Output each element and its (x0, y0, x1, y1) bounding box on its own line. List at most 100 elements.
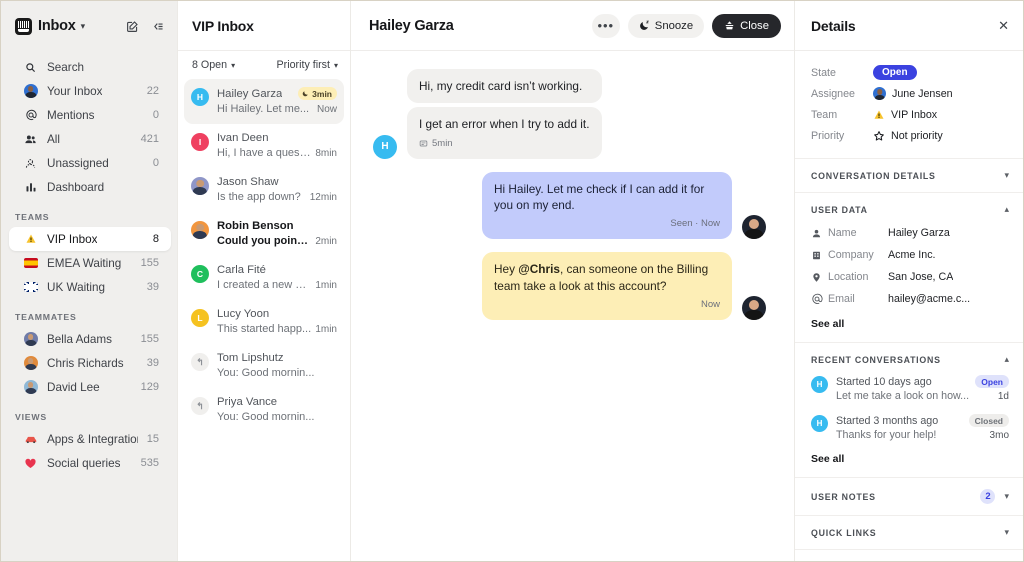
more-options-button[interactable]: ••• (592, 14, 620, 38)
sidebar-item-label: Dashboard (47, 181, 104, 194)
recent-conversation-item[interactable]: H Started 10 days ago Open Let me take a… (811, 375, 1009, 402)
list-item[interactable]: H Hailey Garza 3min Hi Hailey. Let me...… (184, 79, 344, 124)
field-priority[interactable]: Priority Not priority (811, 125, 1009, 146)
close-icon[interactable]: ✕ (998, 19, 1009, 32)
field-label: Team (811, 109, 873, 121)
sidebar-header: Inbox ▾ (1, 1, 177, 51)
details-body: State Open Assignee June Jensen Team VIP… (795, 51, 1023, 561)
details-fields: State Open Assignee June Jensen Team VIP… (795, 51, 1023, 159)
sidebar-item-count: 8 (153, 233, 159, 245)
user-notes-count: 2 (980, 489, 995, 504)
chevron-down-icon: ▾ (334, 61, 338, 70)
user-data-value: Acme Inc. (888, 249, 936, 261)
list-item-preview: Is the app down? (217, 191, 306, 203)
sidebar-section-views: VIEWS (1, 399, 177, 427)
list-item-preview: This started happ... (217, 323, 311, 335)
section-conversation-details[interactable]: CONVERSATION DETAILS ▾ (795, 159, 1023, 193)
warning-icon (873, 109, 885, 121)
sidebar-item-all[interactable]: All 421 (9, 127, 171, 151)
avatar: L (191, 309, 209, 327)
field-value: June Jensen (892, 88, 953, 100)
section-user-notes[interactable]: USER NOTES 2 ▾ (795, 478, 1023, 516)
sidebar-item-social-queries[interactable]: Social queries 535 (9, 451, 171, 475)
status-badge: Open (873, 65, 917, 80)
collapse-panel-icon[interactable] (152, 20, 165, 33)
close-label: Close (740, 20, 769, 32)
car-icon (23, 432, 38, 446)
message-bubble: I get an error when I try to add it. 5mi… (407, 107, 602, 158)
list-item[interactable]: ↰ Priya Vance You: Good mornin... (184, 388, 344, 432)
list-item-preview: You: Good mornin... (217, 411, 333, 423)
list-item[interactable]: C Carla Fité I created a new page... 1mi… (184, 256, 344, 300)
sidebar-item-your-inbox[interactable]: Your Inbox 22 (9, 79, 171, 103)
sidebar-item-count: 39 (147, 281, 159, 293)
list-item[interactable]: ↰ Tom Lipshutz You: Good mornin... (184, 344, 344, 388)
sidebar-item-mentions[interactable]: Mentions 0 (9, 103, 171, 127)
recent-conversation-item[interactable]: H Started 3 months ago Closed Thanks for… (811, 414, 1009, 441)
user-data-value: Hailey Garza (888, 227, 950, 239)
list-item[interactable]: L Lucy Yoon This started happ... 1min (184, 300, 344, 344)
user-data-block: Name Hailey Garza Company Acme Inc. Loca… (795, 219, 1023, 343)
user-data-see-all[interactable]: See all (811, 318, 1009, 330)
filter-sort-dropdown[interactable]: Priority first ▾ (277, 59, 338, 71)
user-data-company: Company Acme Inc. (811, 244, 1009, 266)
field-team[interactable]: Team VIP Inbox (811, 104, 1009, 125)
sidebar-item-label: Your Inbox (47, 85, 102, 98)
sidebar-item-apps-integrations[interactable]: Apps & Integrations 15 (9, 427, 171, 451)
list-item[interactable]: Robin Benson Could you point m... 2min (184, 212, 344, 256)
list-item[interactable]: Jason Shaw Is the app down? 12min (184, 168, 344, 212)
sidebar-item-vip-inbox[interactable]: VIP Inbox 8 (9, 227, 171, 251)
avatar (23, 380, 38, 394)
sidebar-item-label: UK Waiting (47, 281, 105, 294)
list-item-time: 12min (310, 192, 337, 203)
avatar-icon (23, 84, 38, 98)
field-state[interactable]: State Open (811, 62, 1009, 83)
compose-icon[interactable] (126, 20, 139, 33)
list-item-name: Hailey Garza (217, 88, 282, 100)
recent-preview: Thanks for your help! (836, 429, 984, 441)
filter-sort-label: Priority first (277, 59, 330, 71)
sidebar-item-count: 129 (141, 381, 159, 393)
avatar (742, 215, 766, 239)
mention[interactable]: @Chris (518, 262, 560, 276)
section-user-data[interactable]: USER DATA ▴ (795, 193, 1023, 219)
moon-icon (639, 20, 650, 31)
user-data-label: Email (828, 293, 888, 305)
close-button[interactable]: Close (712, 14, 781, 38)
list-item-preview: Hi, I have a quest... (217, 147, 311, 159)
section-quick-links[interactable]: QUICK LINKS ▾ (795, 516, 1023, 550)
recent-preview: Let me take a look on how... (836, 390, 992, 402)
section-recent-conversations[interactable]: RECENT CONVERSATIONS ▴ (795, 343, 1023, 371)
heart-icon (23, 457, 38, 470)
sidebar-item-dashboard[interactable]: Dashboard (9, 175, 171, 199)
field-label: State (811, 67, 873, 79)
message-bubble: Hi Hailey. Let me check if I can add it … (482, 172, 732, 240)
conversation-title: Hailey Garza (369, 18, 454, 34)
snooze-button[interactable]: Snooze (628, 14, 704, 38)
sidebar-item-uk-waiting[interactable]: UK Waiting 39 (9, 275, 171, 299)
field-assignee[interactable]: Assignee June Jensen (811, 83, 1009, 104)
sidebar: Inbox ▾ (1, 1, 177, 561)
sidebar-item-david-lee[interactable]: David Lee 129 (9, 375, 171, 399)
recent-see-all[interactable]: See all (811, 453, 1009, 465)
avatar: H (811, 376, 828, 393)
list-header: VIP Inbox (178, 1, 350, 51)
flag-uk-icon (23, 282, 38, 292)
person-icon (811, 228, 828, 239)
filter-status-dropdown[interactable]: 8 Open ▾ (192, 59, 235, 71)
list-item[interactable]: I Ivan Deen Hi, I have a quest... 8min (184, 124, 344, 168)
unassigned-icon (23, 157, 38, 170)
chevron-down-icon[interactable]: ▾ (81, 21, 86, 32)
sidebar-item-emea-waiting[interactable]: EMEA Waiting 155 (9, 251, 171, 275)
sidebar-item-unassigned[interactable]: Unassigned 0 (9, 151, 171, 175)
sidebar-item-count: 39 (147, 357, 159, 369)
sidebar-item-bella-adams[interactable]: Bella Adams 155 (9, 327, 171, 351)
warning-icon (23, 233, 38, 245)
list-item-time: 2min (315, 236, 337, 247)
list-item-name: Tom Lipshutz (217, 352, 284, 364)
message-group-outgoing: Hi Hailey. Let me check if I can add it … (373, 172, 766, 240)
sidebar-item-chris-richards[interactable]: Chris Richards 39 (9, 351, 171, 375)
sidebar-item-search[interactable]: Search (9, 55, 171, 79)
reply-icon: ↰ (191, 353, 209, 371)
user-data-location: Location San Jose, CA (811, 266, 1009, 288)
